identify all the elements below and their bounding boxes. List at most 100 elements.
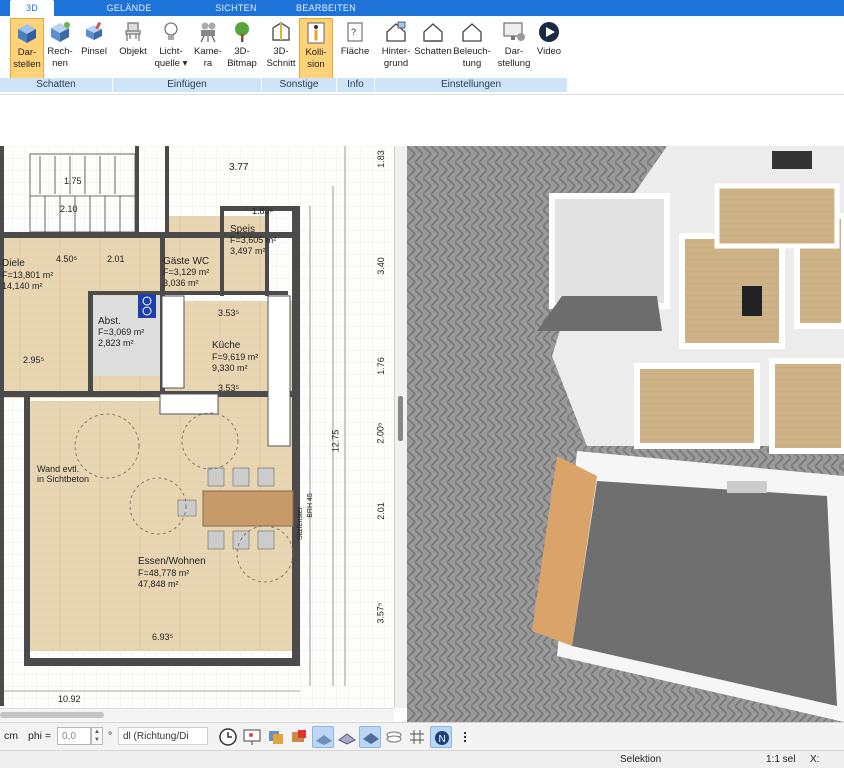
presentation-icon[interactable]	[241, 726, 263, 748]
label: tung	[462, 58, 482, 69]
darstellen-button[interactable]: Dar- stellen	[10, 18, 44, 80]
chair-icon	[125, 22, 141, 41]
group-schatten: Schatten	[0, 78, 113, 92]
room-vol-diele: 14,140 m²	[2, 281, 43, 291]
tab-3d[interactable]: 3D	[10, 0, 54, 16]
phi-label: phi =	[28, 730, 52, 742]
label: Rech-	[47, 46, 73, 57]
video-button[interactable]: Video	[534, 18, 564, 78]
tab-sichten[interactable]: SICHTEN	[206, 0, 266, 16]
kamera-button[interactable]: Kame- ra	[192, 18, 224, 78]
tree-icon	[235, 22, 249, 42]
rechnen-button[interactable]: Rech- nen	[44, 18, 76, 78]
label: Objekt	[119, 46, 147, 57]
room-area-diele: F=13,801 m²	[2, 270, 54, 280]
phi-stepper[interactable]: ▲ ▼	[91, 727, 103, 745]
dim-label: 3.57⁵	[375, 602, 386, 624]
label: grund	[383, 58, 409, 69]
room-name-speis: Speis	[230, 224, 256, 235]
clock-icon[interactable]	[217, 726, 239, 748]
room-name-essen-wohnen: Essen/Wohnen	[138, 556, 206, 567]
label: Beleuch-	[453, 46, 491, 57]
room-area-essen-wohnen: F=48,778 m²	[138, 568, 190, 578]
label: 3D-	[273, 46, 289, 57]
dim-label: 1.76	[375, 357, 386, 375]
note-wand: Wand evtl.	[37, 464, 80, 474]
dim-label: 12.75	[330, 429, 341, 453]
degree-label: °	[108, 730, 113, 742]
dim-label: 1.83	[375, 150, 386, 168]
group-einstellungen: Einstellungen	[375, 78, 568, 92]
status-bar: Selektion 1:1 sel X:	[0, 750, 844, 768]
phi-input[interactable]: 0,0	[57, 727, 91, 745]
bottom-toolbar: cm phi = 0,0 ▲ ▼ ° dl (Richtung/Di N	[0, 722, 844, 751]
darstellung-button[interactable]: Dar- stellung	[494, 18, 534, 78]
room-area-abst: F=3,069 m²	[98, 327, 145, 337]
dim-label: 2.01	[107, 254, 125, 264]
label: Fläche	[340, 46, 370, 57]
tab-gelaende[interactable]: GELÄNDE	[98, 0, 160, 16]
dim-label: 6.93⁵	[152, 632, 174, 642]
schatten-einst-button[interactable]: Schatten	[414, 18, 452, 78]
objekt-button[interactable]: Objekt	[116, 18, 150, 78]
dim-label: 3.53⁵	[218, 308, 240, 318]
plane-icon[interactable]	[312, 726, 334, 748]
more-options-icon[interactable]	[458, 726, 472, 748]
note-sichtbeton: in Sichtbeton	[37, 474, 90, 484]
plan-horizontal-scrollbar[interactable]	[0, 708, 394, 721]
room-area-gaeste-wc: F=3,129 m²	[163, 267, 210, 277]
dim-label: 3.77	[229, 162, 249, 173]
label: 3D-	[234, 46, 250, 57]
label: quelle ▾	[154, 58, 188, 69]
label: sion	[307, 59, 325, 70]
pinsel-button[interactable]: Pinsel	[78, 18, 110, 78]
room-area-kueche: F=9,619 m²	[212, 352, 259, 362]
label: Kolli-	[305, 47, 327, 58]
surface-icon[interactable]	[359, 726, 381, 748]
3d-view[interactable]	[407, 146, 844, 722]
label: Licht-	[159, 46, 183, 57]
layers-icon[interactable]	[265, 726, 287, 748]
svg-text:?: ?	[351, 27, 356, 37]
lichtquelle-button[interactable]: Licht- quelle ▾	[154, 18, 188, 78]
grid-icon[interactable]	[406, 726, 428, 748]
floor-plan-view[interactable]: Diele F=13,801 m² 14,140 m² Abst. F=3,06…	[0, 146, 394, 708]
3d-schnitt-button[interactable]: 3D- Schnitt	[264, 18, 298, 78]
ribbon: Dar- stellen Rech- nen Pinsel Objekt Lic…	[0, 16, 844, 95]
direction-select[interactable]: dl (Richtung/Di	[118, 727, 208, 745]
label: Dar-	[17, 47, 37, 58]
3d-bitmap-button[interactable]: 3D- Bitmap	[226, 18, 258, 78]
dim-label: 10.92	[58, 694, 81, 704]
label: Dar-	[504, 46, 524, 57]
label: stellung	[497, 58, 531, 69]
dim-label: 2.95⁵	[23, 355, 45, 365]
dim-label: 1.83⁵	[252, 206, 274, 216]
dim-label: BRH 45	[306, 493, 314, 518]
hatch-icon[interactable]	[336, 726, 358, 748]
group-einfuegen: Einfügen	[113, 78, 262, 92]
label: nen	[52, 58, 68, 69]
paint-icon[interactable]	[288, 726, 310, 748]
room-name-kueche: Küche	[212, 340, 241, 351]
svg-text:N: N	[439, 734, 446, 745]
label: ra	[203, 58, 213, 69]
hintergrund-button[interactable]: Hinter- grund	[377, 18, 415, 78]
floor-plan-drawing	[0, 146, 394, 708]
dim-label: 2.10	[60, 204, 78, 214]
split-grip[interactable]	[398, 396, 403, 441]
split-divider[interactable]	[394, 146, 408, 708]
section-icon	[272, 22, 290, 41]
scroll-thumb[interactable]	[0, 712, 104, 718]
flaeche-button[interactable]: ? Fläche	[338, 18, 372, 78]
status-selection: 1:1 sel	[766, 754, 796, 765]
room-vol-gaeste-wc: 3,036 m²	[163, 278, 199, 288]
tab-bearbeiten[interactable]: BEARBEITEN	[291, 0, 361, 16]
room-name-gaeste-wc: Gäste WC	[163, 256, 210, 267]
north-icon[interactable]: N	[430, 726, 452, 748]
dim-label: Sitzfenster	[297, 506, 305, 541]
beleuchtung-button[interactable]: Beleuch- tung	[453, 18, 491, 78]
kollision-button[interactable]: Kolli- sion	[299, 18, 333, 80]
camera-icon	[200, 22, 216, 43]
stack-icon[interactable]	[383, 726, 405, 748]
dim-label: 3.40	[375, 257, 386, 275]
